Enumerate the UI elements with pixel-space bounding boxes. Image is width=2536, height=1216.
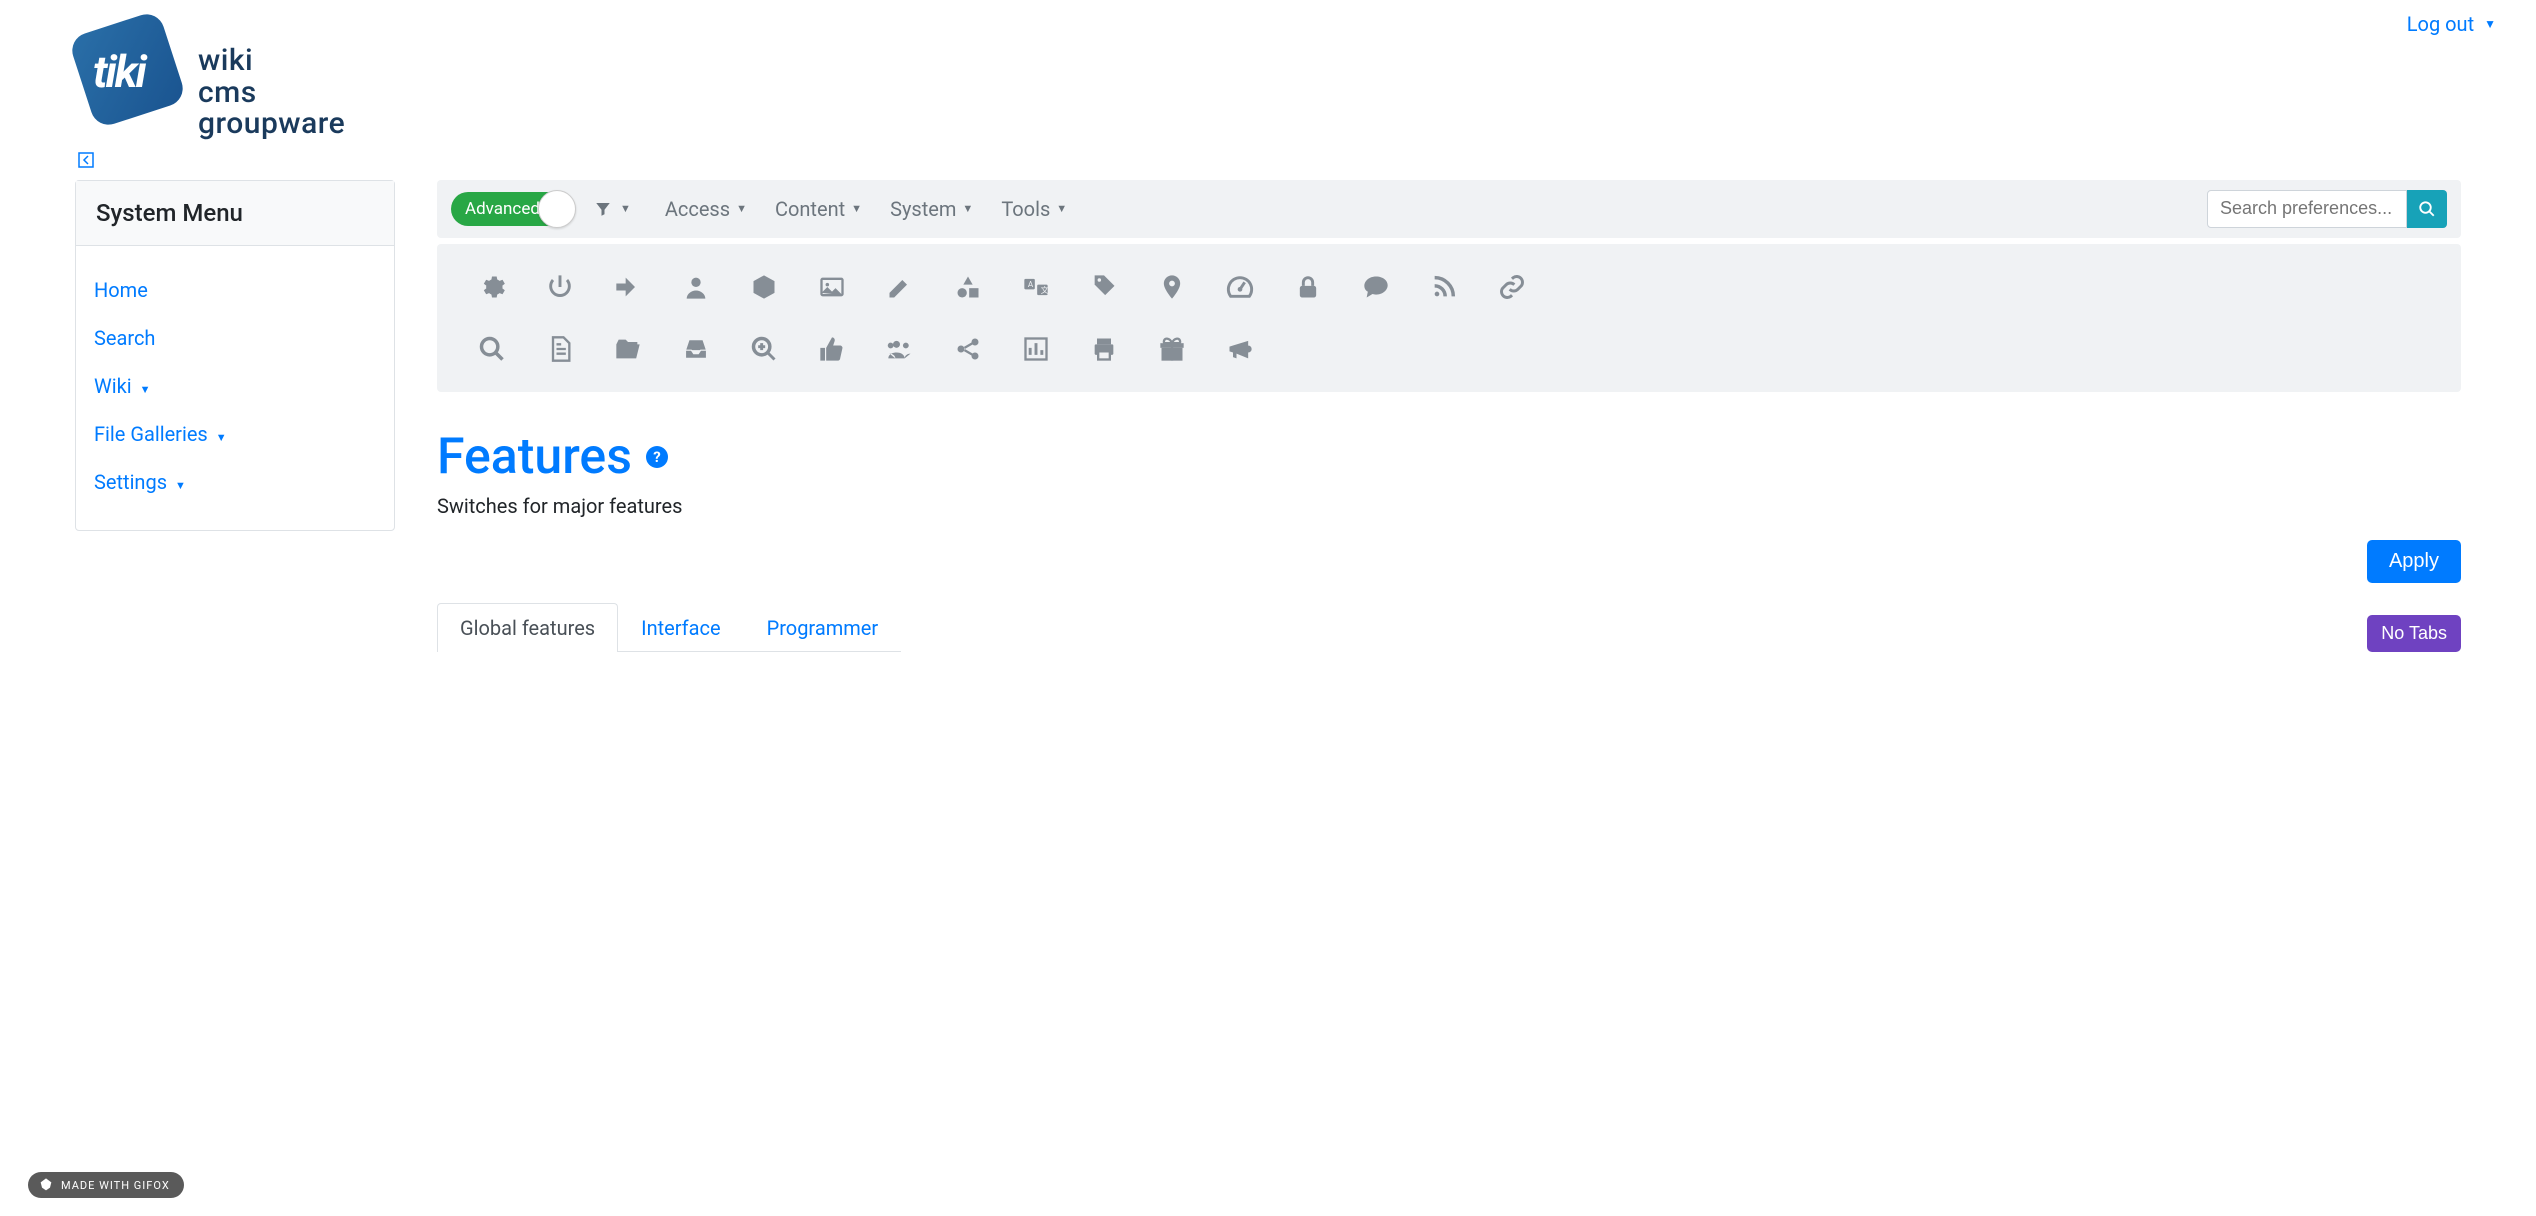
lock-icon[interactable] [1293, 272, 1323, 302]
print-icon[interactable] [1089, 334, 1119, 364]
page-title: Features [437, 428, 632, 486]
gear-icon[interactable] [477, 272, 507, 302]
filter-icon [594, 200, 612, 218]
shapes-icon[interactable] [953, 272, 983, 302]
sidebar-title: System Menu [76, 181, 394, 246]
search-preferences-input[interactable] [2207, 190, 2407, 228]
sidebar-item-file-galleries[interactable]: File Galleries ▼ [94, 410, 376, 458]
fox-icon [38, 1177, 54, 1193]
translate-icon[interactable]: A文 [1021, 272, 1051, 302]
logo[interactable]: tiki wiki cms groupware [75, 0, 345, 140]
tab-global-features[interactable]: Global features [437, 603, 618, 652]
caret-down-icon: ▼ [2484, 17, 2496, 31]
thumbs-up-icon[interactable] [817, 334, 847, 364]
sidebar-item-search[interactable]: Search [94, 314, 376, 362]
inbox-icon[interactable] [681, 334, 711, 364]
nav-system[interactable]: System▼ [890, 197, 973, 221]
zoom-in-icon[interactable] [749, 334, 779, 364]
caret-down-icon: ▼ [736, 202, 747, 215]
package-icon[interactable] [749, 272, 779, 302]
logout-link[interactable]: Log out ▼ [2407, 0, 2506, 36]
users-icon[interactable] [885, 334, 915, 364]
comment-icon[interactable] [1361, 272, 1391, 302]
help-icon[interactable]: ? [646, 446, 668, 468]
megaphone-icon[interactable] [1225, 334, 1255, 364]
folder-open-icon[interactable] [613, 334, 643, 364]
system-menu-sidebar: System Menu HomeSearchWiki ▼File Galleri… [75, 180, 395, 531]
dashboard-icon[interactable] [1225, 272, 1255, 302]
caret-down-icon: ▼ [216, 431, 227, 444]
tab-interface[interactable]: Interface [618, 603, 743, 652]
rss-icon[interactable] [1429, 272, 1459, 302]
filter-dropdown[interactable]: ▼ [588, 200, 637, 218]
nav-tools[interactable]: Tools▼ [1001, 197, 1067, 221]
document-icon[interactable] [545, 334, 575, 364]
logo-subtitle: wiki cms groupware [198, 45, 345, 140]
sidebar-item-wiki[interactable]: Wiki ▼ [94, 362, 376, 410]
admin-icon-panel: A文 [437, 244, 2461, 392]
page-subtitle: Switches for major features [437, 494, 2461, 518]
caret-down-icon: ▼ [140, 383, 151, 396]
image-icon[interactable] [817, 272, 847, 302]
edit-icon[interactable] [885, 272, 915, 302]
collapse-sidebar-icon[interactable] [78, 152, 2536, 172]
caret-down-icon: ▼ [620, 202, 631, 215]
caret-down-icon: ▼ [1056, 202, 1067, 215]
share-icon[interactable] [953, 334, 983, 364]
nav-access[interactable]: Access▼ [665, 197, 747, 221]
sidebar-item-home[interactable]: Home [94, 266, 376, 314]
search-icon [2418, 200, 2436, 218]
caret-down-icon: ▼ [175, 479, 186, 492]
power-icon[interactable] [545, 272, 575, 302]
bar-chart-icon[interactable] [1021, 334, 1051, 364]
tag-icon[interactable] [1089, 272, 1119, 302]
apply-button[interactable]: Apply [2367, 540, 2461, 583]
svg-text:A: A [1028, 279, 1034, 289]
link-icon[interactable] [1497, 272, 1527, 302]
gift-icon[interactable] [1157, 334, 1187, 364]
svg-text:文: 文 [1041, 284, 1049, 294]
search-icon[interactable] [477, 334, 507, 364]
advanced-toggle[interactable]: Advanced [451, 192, 574, 226]
map-pin-icon[interactable] [1157, 272, 1187, 302]
tab-programmer[interactable]: Programmer [744, 603, 902, 652]
signin-icon[interactable] [613, 272, 643, 302]
no-tabs-button[interactable]: No Tabs [2367, 615, 2461, 652]
nav-content[interactable]: Content▼ [775, 197, 862, 221]
admin-toolbar: Advanced ▼ Access▼ Content▼ System▼ Tools▼ [437, 180, 2461, 238]
caret-down-icon: ▼ [851, 202, 862, 215]
user-icon[interactable] [681, 272, 711, 302]
caret-down-icon: ▼ [962, 202, 973, 215]
gifox-badge: MADE WITH GIFOX [28, 1172, 184, 1198]
search-button[interactable] [2407, 190, 2447, 228]
sidebar-item-settings[interactable]: Settings ▼ [94, 458, 376, 506]
